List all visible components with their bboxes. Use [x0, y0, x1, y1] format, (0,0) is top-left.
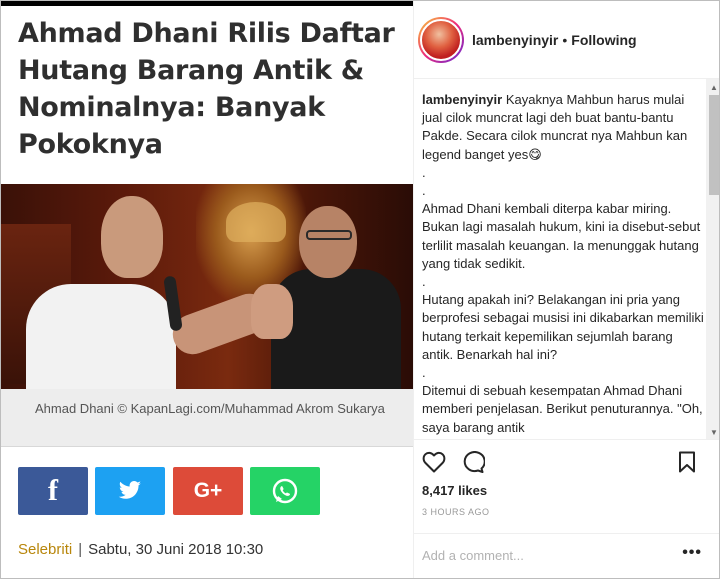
bookmark-icon[interactable] [678, 451, 696, 473]
facebook-icon: f [48, 474, 58, 507]
article-category[interactable]: Selebriti [18, 541, 72, 558]
post-header: lambenyinyir • Following [414, 1, 719, 79]
photo-man-left-head [101, 196, 163, 278]
twitter-icon [118, 481, 141, 499]
scroll-down-arrow-icon[interactable]: ▼ [710, 428, 718, 437]
following-button[interactable]: Following [571, 32, 636, 48]
googleplus-icon: G+ [193, 479, 223, 502]
comments-scrollbar[interactable]: ▲ ▼ [706, 79, 719, 439]
article-photo [1, 184, 413, 389]
likes-count[interactable]: 8,417 likes [422, 483, 487, 498]
comments-area[interactable]: lambenyinyir Kayaknya Mahbun harus mulai… [414, 79, 719, 439]
more-options-icon[interactable]: ••• [682, 544, 702, 562]
avatar[interactable] [418, 17, 464, 63]
whatsapp-share-button[interactable] [250, 467, 320, 515]
caption-text: Kayaknya Mahbun harus mulai jual cilok m… [422, 92, 704, 435]
post-caption: lambenyinyir Kayaknya Mahbun harus mulai… [422, 91, 706, 437]
top-bar [1, 1, 413, 6]
comment-input[interactable]: Add a comment... [422, 548, 524, 563]
photo-ornament [226, 202, 286, 242]
article-image: Ahmad Dhani Rilis Daftar Hutang Barang A… [1, 1, 413, 578]
photo-caption: Ahmad Dhani © KapanLagi.com/Muhammad Akr… [1, 389, 413, 447]
article-headline: Ahmad Dhani Rilis Daftar Hutang Barang A… [18, 18, 395, 160]
photo-man-left-body [26, 284, 176, 389]
photo-man-right-head [299, 206, 357, 278]
facebook-share-button[interactable]: f [18, 467, 88, 515]
scroll-up-arrow-icon[interactable]: ▲ [710, 83, 718, 92]
instagram-panel: lambenyinyir • Following lambenyinyir Kaya… [413, 1, 719, 578]
scrollbar-thumb[interactable] [709, 95, 719, 195]
twitter-share-button[interactable] [95, 467, 165, 515]
screenshot-frame: Ahmad Dhani Rilis Daftar Hutang Barang A… [0, 0, 720, 579]
heart-icon[interactable] [422, 451, 446, 473]
whatsapp-icon [272, 478, 298, 504]
photo-peace-hand [251, 284, 293, 339]
googleplus-share-button[interactable]: G+ [173, 467, 243, 515]
username-link[interactable]: lambenyinyir [472, 32, 558, 48]
avatar-image [420, 19, 462, 61]
add-comment-bar: Add a comment... ••• [414, 533, 719, 578]
header-dot: • [562, 32, 568, 48]
caption-username[interactable]: lambenyinyir [422, 92, 502, 107]
photo-glasses [306, 230, 352, 240]
post-timestamp[interactable]: 3 HOURS AGO [422, 507, 490, 517]
comment-icon[interactable] [461, 451, 485, 473]
meta-separator: | [78, 541, 83, 558]
article-date: Sabtu, 30 Juni 2018 10:30 [88, 541, 264, 558]
post-user-line: lambenyinyir • Following [472, 32, 637, 48]
post-actions [414, 439, 719, 483]
article-meta: Selebriti | Sabtu, 30 Juni 2018 10:30 [18, 541, 263, 558]
